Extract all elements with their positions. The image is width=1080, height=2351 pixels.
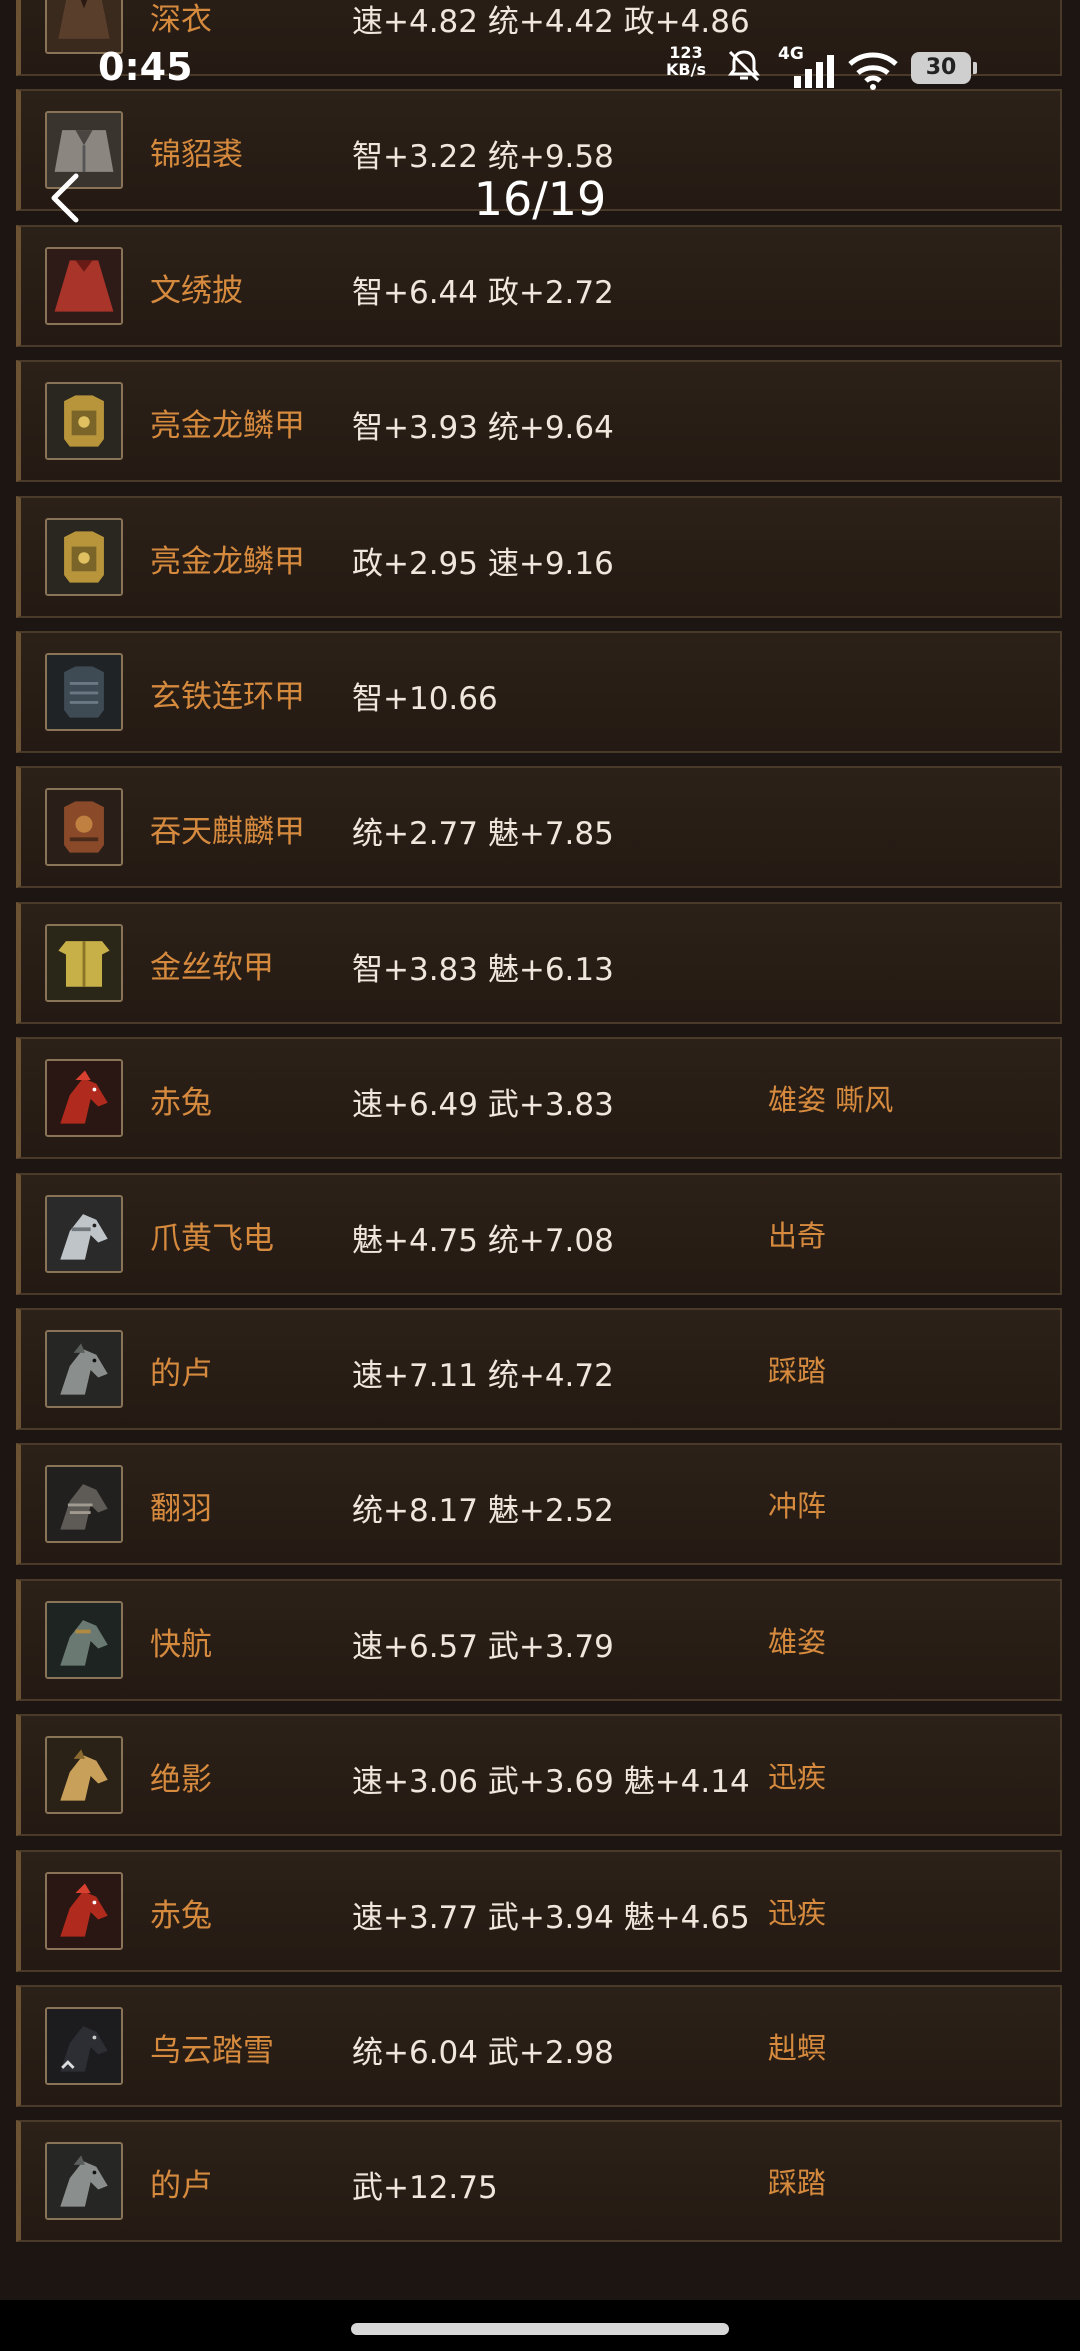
item-stats: 统+8.17 魅+2.52 <box>352 1493 614 1530</box>
item-skill: 雄姿 嘶风 <box>768 1083 894 1118</box>
item-skill: 踩踏 <box>768 2166 827 2201</box>
item-stats: 智+3.83 魅+6.13 <box>352 951 614 988</box>
list-item[interactable]: 金丝软甲 智+3.83 魅+6.13 <box>16 901 1062 1024</box>
list-item[interactable]: 翻羽 统+8.17 魅+2.52 冲阵 <box>16 1443 1062 1566</box>
item-stats: 速+3.06 武+3.69 魅+4.14 <box>352 1764 750 1801</box>
golden-horse-icon <box>45 1736 123 1815</box>
item-name: 赤兔 <box>150 1897 212 1934</box>
red-horse-icon <box>45 1871 123 1950</box>
mute-icon <box>728 50 760 82</box>
list-item[interactable]: 赤兔 速+3.77 武+3.94 魅+4.65 迅疾 <box>16 1849 1062 1972</box>
white-horse-icon <box>45 1194 123 1273</box>
qilin-armor-icon <box>45 788 123 867</box>
item-stats: 统+2.77 魅+7.85 <box>352 816 614 853</box>
item-name: 吞天麒麟甲 <box>150 814 305 851</box>
list-item[interactable]: 赤兔 速+6.49 武+3.83 雄姿 嘶风 <box>16 1037 1062 1160</box>
list-item[interactable]: 绝影 速+3.06 武+3.69 魅+4.14 迅疾 <box>16 1714 1062 1837</box>
item-stats: 速+6.57 武+3.79 <box>352 1628 614 1665</box>
silk-armor-icon <box>45 923 123 1002</box>
list-item[interactable]: 的卢 武+12.75 踩踏 <box>16 2120 1062 2243</box>
list-item[interactable]: 亮金龙鳞甲 政+2.95 速+9.16 <box>16 495 1062 618</box>
item-stats: 魅+4.75 统+7.08 <box>352 1222 614 1259</box>
item-skill: 雄姿 <box>768 1624 827 1659</box>
item-skill: 迅疾 <box>768 1895 827 1930</box>
item-stats: 智+10.66 <box>352 681 498 717</box>
home-indicator[interactable] <box>351 2323 729 2335</box>
grey-horse-icon <box>45 2142 123 2221</box>
item-stats: 武+12.75 <box>352 2170 498 2207</box>
item-skill: 踩踏 <box>768 1354 827 1388</box>
item-name: 玄铁连环甲 <box>150 679 305 715</box>
item-skill: 冲阵 <box>768 1489 827 1524</box>
wifi-icon <box>848 52 898 90</box>
item-name: 亮金龙鳞甲 <box>150 543 305 580</box>
item-name: 文绣披 <box>150 272 243 309</box>
list-item[interactable]: 乌云踏雪 统+6.04 武+2.98 赳螟 <box>16 1985 1062 2107</box>
item-name: 金丝软甲 <box>150 949 274 986</box>
item-name: 赤兔 <box>150 1085 212 1122</box>
item-stats: 智+6.44 政+2.72 <box>352 274 614 311</box>
item-name: 快航 <box>150 1626 212 1663</box>
back-button[interactable] <box>44 170 88 226</box>
page-counter: 16/19 <box>473 172 607 226</box>
item-name: 的卢 <box>150 2168 212 2205</box>
red-horse-icon <box>45 1059 123 1138</box>
item-name: 乌云踏雪 <box>150 2033 274 2069</box>
item-stats: 速+3.77 武+3.94 魅+4.65 <box>352 1899 750 1936</box>
item-name: 爪黄飞电 <box>150 1220 274 1257</box>
item-name: 翻羽 <box>150 1491 212 1528</box>
cloak-icon <box>45 246 123 325</box>
item-name: 亮金龙鳞甲 <box>150 408 305 445</box>
item-skill: 迅疾 <box>768 1760 827 1795</box>
item-skill: 出奇 <box>768 1218 827 1253</box>
item-stats: 政+2.95 速+9.16 <box>352 545 614 582</box>
list-item[interactable]: 文绣披 智+6.44 政+2.72 <box>16 224 1062 347</box>
item-name: 绝影 <box>150 1762 212 1799</box>
status-time: 0:45 <box>98 45 193 89</box>
item-name: 的卢 <box>150 1356 212 1392</box>
item-stats: 智+3.93 统+9.64 <box>352 410 614 447</box>
item-skill: 赳螟 <box>768 2031 827 2065</box>
gold-armor-icon <box>45 517 123 596</box>
armored-horse-icon <box>45 1465 123 1544</box>
grey-horse-icon <box>45 1330 123 1408</box>
battery-indicator: 30 <box>911 52 977 84</box>
item-stats: 速+6.49 武+3.83 <box>352 1087 614 1124</box>
list-item[interactable]: 玄铁连环甲 智+10.66 <box>16 631 1062 753</box>
steel-horse-icon <box>45 1600 123 1679</box>
item-stats: 智+3.22 统+9.58 <box>352 139 614 176</box>
item-stats: 统+6.04 武+2.98 <box>352 2035 614 2071</box>
list-item[interactable]: 亮金龙鳞甲 智+3.93 统+9.64 <box>16 360 1062 483</box>
item-name: 锦貂裘 <box>150 137 243 174</box>
gold-armor-icon <box>45 382 123 461</box>
list-item[interactable]: 快航 速+6.57 武+3.79 雄姿 <box>16 1578 1062 1701</box>
list-item[interactable]: 吞天麒麟甲 统+2.77 魅+7.85 <box>16 766 1062 889</box>
black-horse-icon <box>45 2007 123 2085</box>
cellular-signal-icon <box>794 55 834 88</box>
status-bar: 0:45 123 KB/s 4G 30 <box>0 0 1080 120</box>
list-item[interactable]: 爪黄飞电 魅+4.75 统+7.08 出奇 <box>16 1172 1062 1295</box>
network-speed: 123 KB/s <box>666 43 706 79</box>
list-item[interactable]: 的卢 速+7.11 统+4.72 踩踏 <box>16 1308 1062 1430</box>
iron-armor-icon <box>45 653 123 731</box>
item-stats: 速+7.11 统+4.72 <box>352 1358 614 1394</box>
